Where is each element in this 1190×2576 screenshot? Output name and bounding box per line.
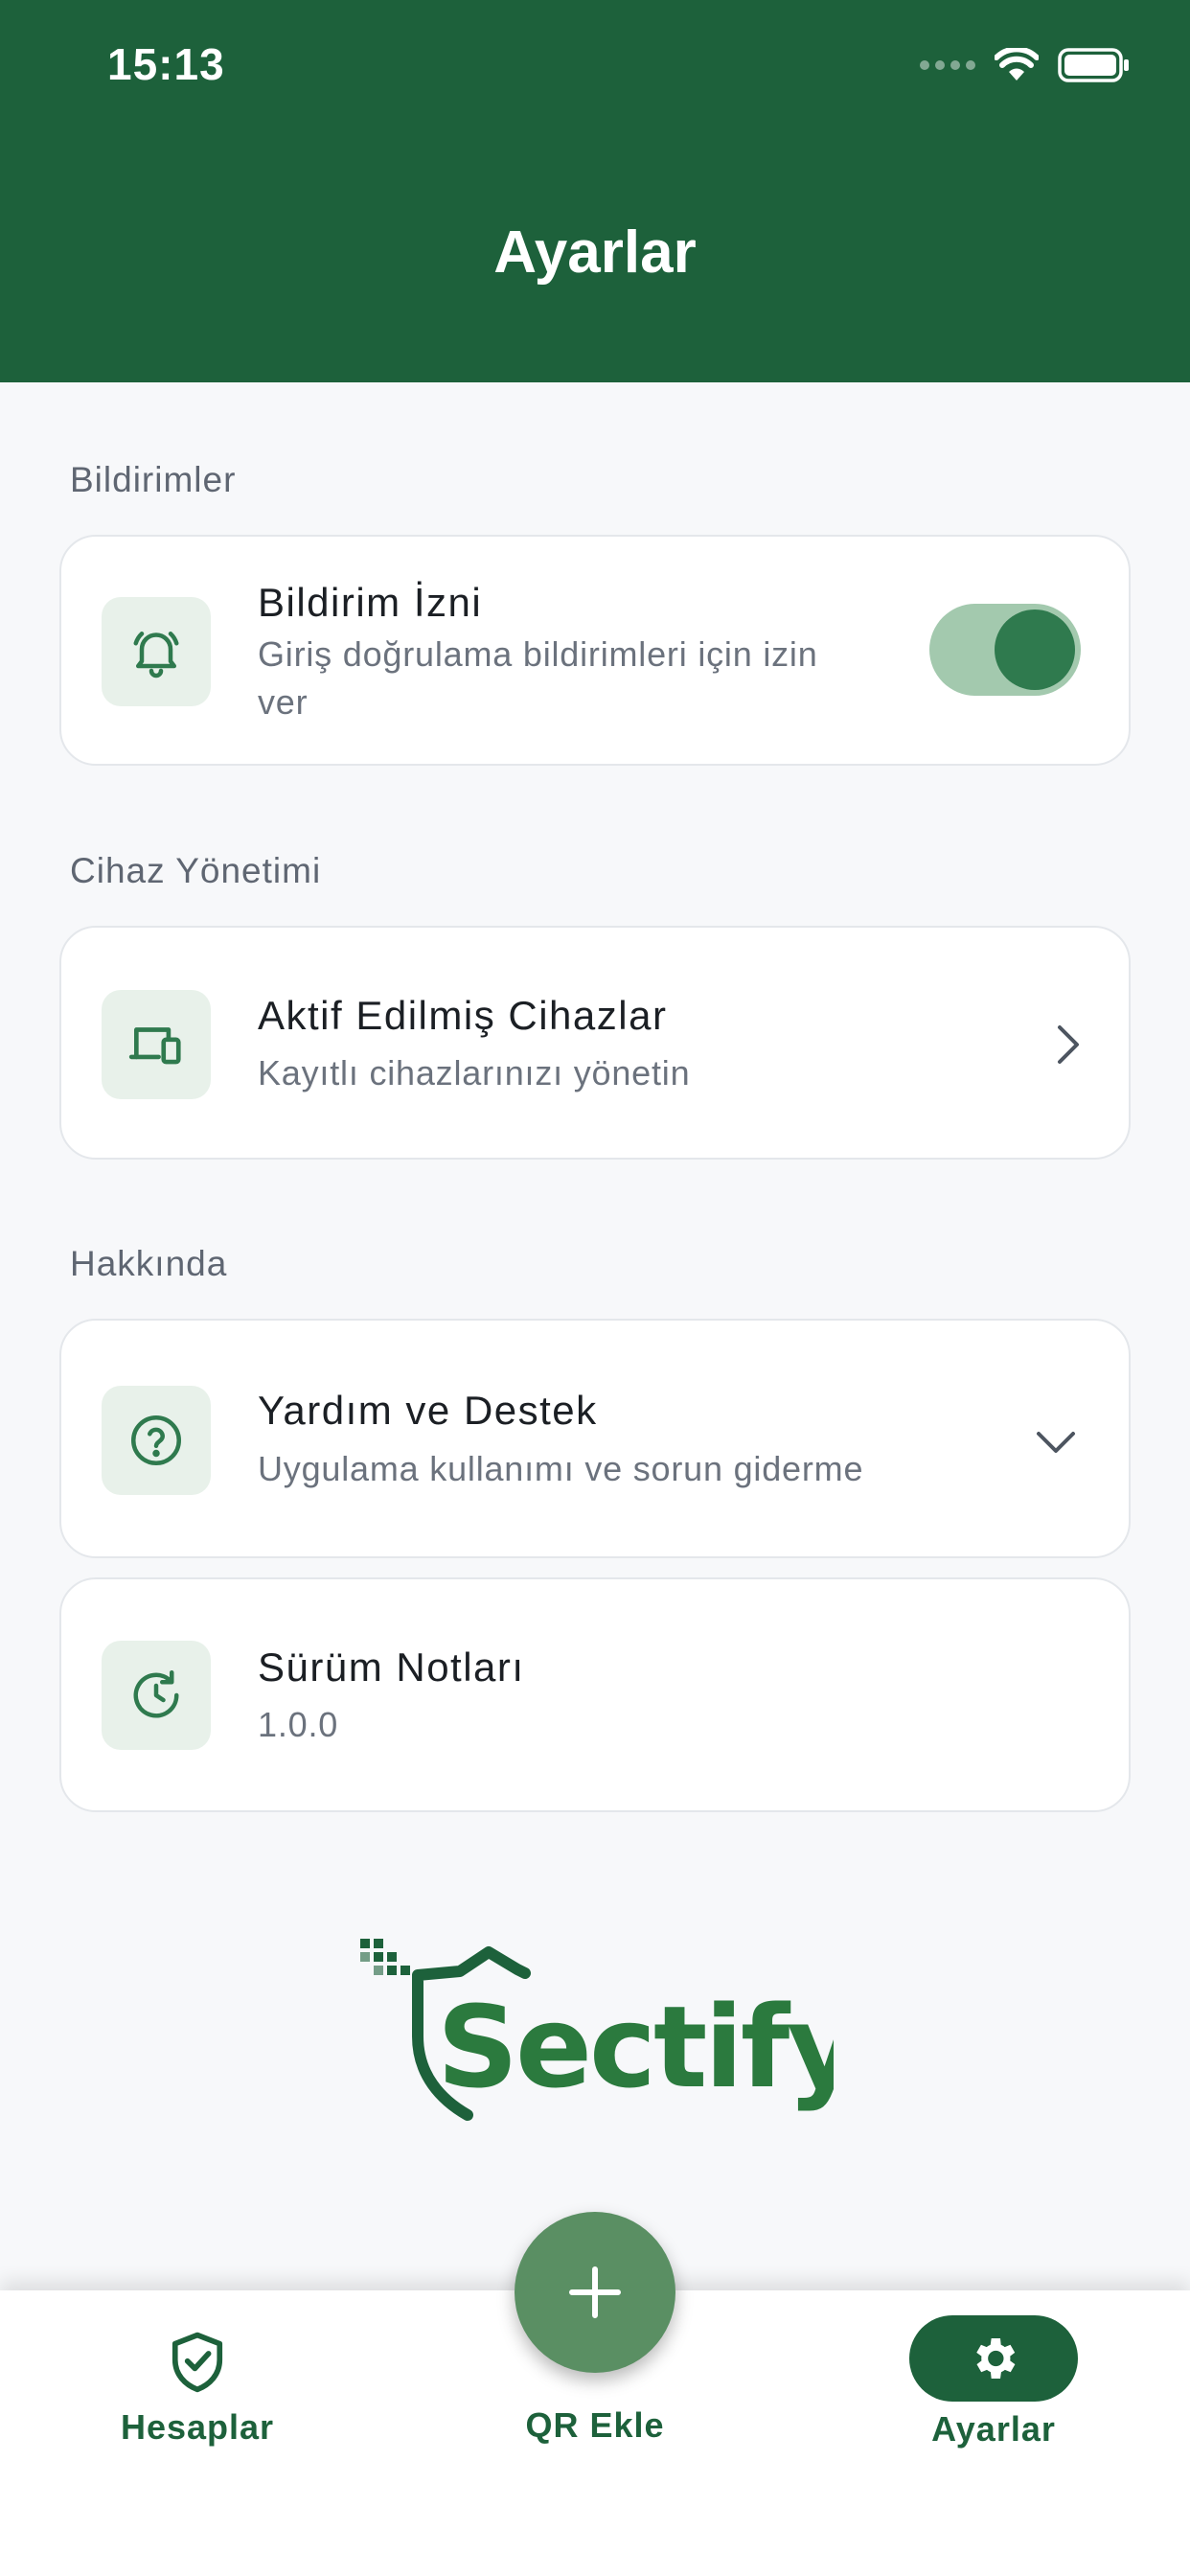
gear-icon	[976, 2338, 1016, 2379]
nav-item-add-qr-label[interactable]: QR Ekle	[499, 2405, 691, 2446]
add-qr-button[interactable]	[515, 2212, 675, 2373]
nav-label-add-qr: QR Ekle	[525, 2405, 665, 2445]
icon-box	[102, 990, 211, 1099]
app-version: 1.0.0	[258, 1705, 339, 1744]
section-label-notifications: Bildirimler	[70, 460, 237, 499]
notification-permission-toggle[interactable]	[929, 604, 1081, 696]
signal-icon	[920, 60, 975, 70]
help-support-card[interactable]: Yardım ve Destek Uygulama kullanımı ve s…	[59, 1319, 1131, 1558]
help-circle-icon	[131, 1415, 181, 1465]
notification-permission-card: Bildirim İzni Giriş doğrulama bildirimle…	[59, 535, 1131, 766]
wifi-icon	[995, 48, 1039, 80]
section-label-about: Hakkında	[70, 1244, 228, 1283]
toggle-knob	[995, 610, 1075, 690]
chevron-down-icon	[1037, 1432, 1075, 1453]
icon-box	[102, 1641, 211, 1750]
release-notes-title: Sürüm Notları	[258, 1644, 525, 1690]
nav-item-settings[interactable]: Ayarlar	[907, 2315, 1080, 2450]
icon-box	[102, 1386, 211, 1495]
notification-permission-title: Bildirim İzni	[258, 580, 483, 625]
section-label-device-management: Cihaz Yönetimi	[70, 851, 322, 890]
chevron-right-icon	[1058, 1025, 1079, 1064]
shield-check-icon	[172, 2332, 223, 2393]
status-indicators	[920, 44, 1131, 86]
release-notes-card[interactable]: Sürüm Notları 1.0.0	[59, 1577, 1131, 1812]
help-support-title: Yardım ve Destek	[258, 1388, 598, 1433]
nav-item-accounts[interactable]: Hesaplar	[111, 2329, 284, 2448]
icon-box	[102, 597, 211, 706]
settings-active-pill	[909, 2315, 1078, 2402]
nav-label-settings: Ayarlar	[931, 2409, 1056, 2449]
sectify-logo: Sectify	[360, 1939, 834, 2121]
history-icon	[133, 1670, 179, 1718]
settings-screen: 15:13 Ayarlar Bildirimler Bildirim İzni …	[0, 0, 1190, 2576]
devices-icon	[128, 1027, 181, 1065]
page-title: Ayarlar	[493, 219, 697, 286]
help-support-subtitle: Uygulama kullanımı ve sorun giderme	[258, 1449, 864, 1488]
active-devices-title: Aktif Edilmiş Cihazlar	[258, 993, 668, 1038]
logo-wordmark: Sectify	[437, 1981, 834, 2113]
bell-icon	[133, 632, 179, 678]
notification-permission-subtitle: Giriş doğrulama bildirimleri için izin v…	[258, 634, 818, 722]
plus-icon	[569, 2266, 621, 2318]
active-devices-subtitle: Kayıtlı cihazlarınızı yönetin	[258, 1053, 691, 1092]
status-time: 15:13	[107, 39, 225, 89]
header: 15:13 Ayarlar	[0, 0, 1190, 382]
battery-icon	[1058, 48, 1129, 82]
active-devices-card[interactable]: Aktif Edilmiş Cihazlar Kayıtlı cihazları…	[59, 926, 1131, 1160]
nav-label-accounts: Hesaplar	[120, 2407, 275, 2447]
